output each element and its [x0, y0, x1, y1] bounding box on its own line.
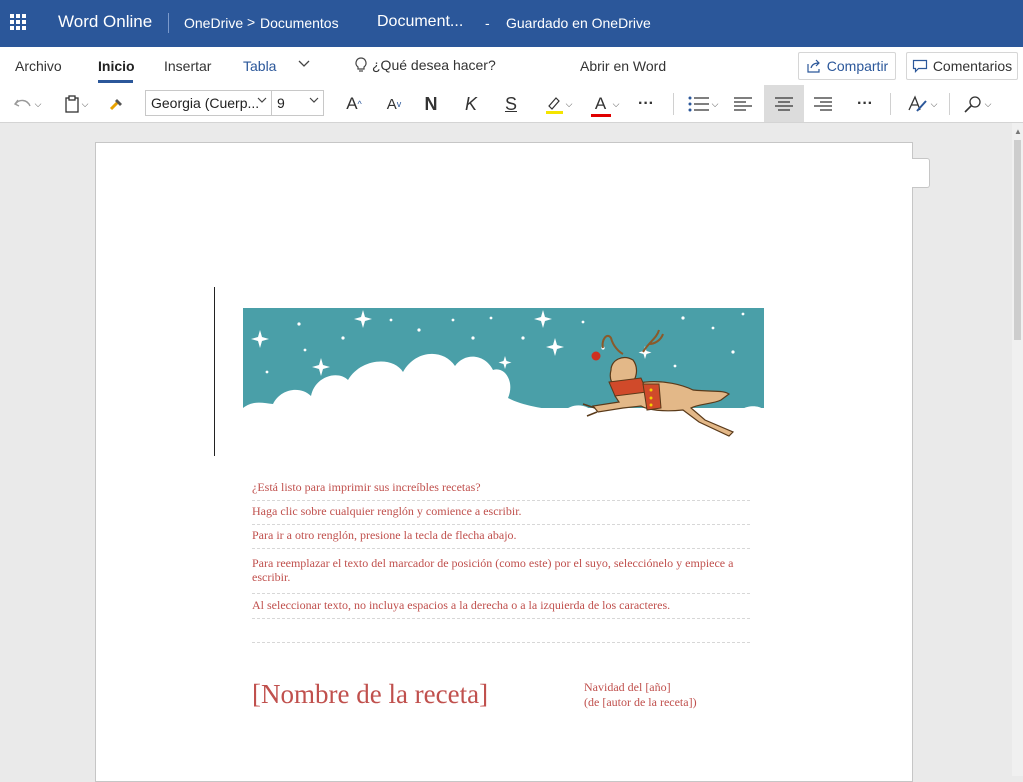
align-center-icon [775, 96, 793, 111]
search-icon [964, 96, 981, 113]
chevron-down-icon: ⌵ [34, 98, 42, 109]
chevron-down-icon: ⌵ [612, 98, 620, 109]
scroll-up-arrow-icon[interactable]: ▲ [1014, 127, 1022, 136]
ribbon-tabs: Archivo Inicio Insertar Tabla ¿Qué desea… [0, 47, 1023, 85]
align-left-icon [734, 97, 752, 111]
undo-button[interactable]: ⌵ [8, 89, 46, 119]
shrink-font-button[interactable]: Av [380, 89, 408, 119]
undo-icon [13, 99, 31, 107]
app-launcher-icon[interactable] [10, 14, 26, 30]
highlighter-icon [545, 97, 563, 114]
open-in-word-button[interactable]: Abrir en Word [580, 58, 666, 74]
breadcrumb-documentos[interactable]: Documentos [260, 15, 339, 31]
line-divider [252, 618, 750, 619]
instruction-line-3[interactable]: Para ir a otro renglón, presione la tecl… [252, 528, 750, 542]
tell-me-search[interactable]: ¿Qué desea hacer? [354, 57, 496, 73]
document-canvas [0, 123, 1023, 782]
breadcrumb-onedrive[interactable]: OneDrive [184, 15, 243, 31]
formatting-toolbar: ⌵ ⌵ Georgia (Cuerp... 9 A ^ Av N K S ⌵ A ⌵… [0, 85, 1023, 123]
text-cursor [214, 287, 215, 456]
recipe-author-placeholder[interactable]: (de [autor de la receta]) [584, 695, 697, 710]
align-left-button[interactable] [728, 89, 758, 119]
chevron-down-icon: ⌵ [565, 98, 573, 109]
chevron-down-icon [257, 96, 267, 107]
grow-font-button[interactable]: A ^ [340, 89, 368, 119]
font-name-select[interactable]: Georgia (Cuerp... [145, 90, 272, 116]
save-status: Guardado en OneDrive [506, 15, 651, 31]
more-font-options-button[interactable]: ··· [633, 89, 659, 119]
line-divider [252, 548, 750, 549]
bold-button[interactable]: N [418, 89, 444, 119]
document-page[interactable] [95, 142, 913, 782]
bullets-button[interactable]: ⌵ [682, 89, 724, 119]
clipboard-icon [64, 95, 79, 113]
active-tab-indicator [98, 80, 133, 83]
toolbar-separator [890, 93, 891, 115]
chevron-down-icon: ⌵ [711, 98, 719, 109]
align-right-button[interactable] [808, 89, 838, 119]
tab-archivo[interactable]: Archivo [15, 58, 62, 74]
title-bar: Word Online OneDrive > Documentos Docume… [0, 0, 1023, 47]
instruction-line-5[interactable]: Al seleccionar texto, no incluya espacio… [252, 598, 750, 612]
underline-button[interactable]: S [498, 89, 524, 119]
comments-button[interactable]: Comentarios [906, 52, 1018, 80]
tab-inicio[interactable]: Inicio [98, 58, 135, 74]
share-button[interactable]: Compartir [798, 52, 896, 80]
title-dash: - [485, 15, 490, 31]
instruction-line-4[interactable]: Para reemplazar el texto del marcador de… [252, 556, 750, 584]
font-color-button[interactable]: A ⌵ [585, 89, 625, 119]
format-painter-button[interactable] [104, 89, 130, 119]
share-label: Compartir [826, 58, 889, 74]
page-side-tab [912, 158, 930, 188]
app-name[interactable]: Word Online [58, 12, 152, 32]
styles-button[interactable]: ⌵ [902, 89, 942, 119]
find-button[interactable]: ⌵ [956, 89, 998, 119]
chevron-down-icon [309, 96, 319, 107]
tab-tabla[interactable]: Tabla [243, 58, 276, 74]
line-divider [252, 500, 750, 501]
tab-insertar[interactable]: Insertar [164, 58, 211, 74]
styles-icon [907, 95, 927, 112]
bullet-list-icon [688, 96, 709, 112]
comment-icon [912, 59, 927, 73]
instruction-line-2[interactable]: Haga clic sobre cualquier renglón y comi… [252, 504, 750, 518]
align-center-button[interactable] [764, 85, 804, 122]
reindeer-banner-image [243, 308, 764, 446]
recipe-name-placeholder[interactable]: [Nombre de la receta] [252, 679, 488, 710]
more-paragraph-options-button[interactable]: ··· [852, 89, 878, 119]
line-divider [252, 642, 750, 643]
line-divider [252, 593, 750, 594]
document-title[interactable]: Document... [377, 13, 463, 31]
toolbar-separator [673, 93, 674, 115]
more-tabs-chevron-icon[interactable] [298, 57, 310, 72]
highlight-button[interactable]: ⌵ [538, 89, 578, 119]
instruction-line-1[interactable]: ¿Está listo para imprimir sus increíbles… [252, 480, 750, 494]
recipe-year-placeholder[interactable]: Navidad del [año] [584, 680, 671, 695]
breadcrumb-chevron-icon: > [247, 14, 256, 30]
chevron-down-icon: ⌵ [984, 98, 992, 109]
lightbulb-icon [355, 57, 367, 72]
align-right-icon [814, 97, 832, 111]
chevron-down-icon: ⌵ [930, 98, 938, 109]
italic-button[interactable]: K [458, 89, 484, 119]
format-painter-icon [109, 99, 122, 111]
paste-button[interactable]: ⌵ [58, 89, 94, 119]
title-separator [168, 13, 169, 33]
line-divider [252, 524, 750, 525]
scrollbar-thumb[interactable] [1014, 140, 1021, 340]
font-size-select[interactable]: 9 [272, 90, 324, 116]
tell-me-text: ¿Qué desea hacer? [372, 57, 496, 73]
toolbar-separator [949, 93, 950, 115]
share-icon [807, 59, 820, 73]
comments-label: Comentarios [932, 58, 1013, 74]
chevron-down-icon: ⌵ [81, 98, 89, 109]
